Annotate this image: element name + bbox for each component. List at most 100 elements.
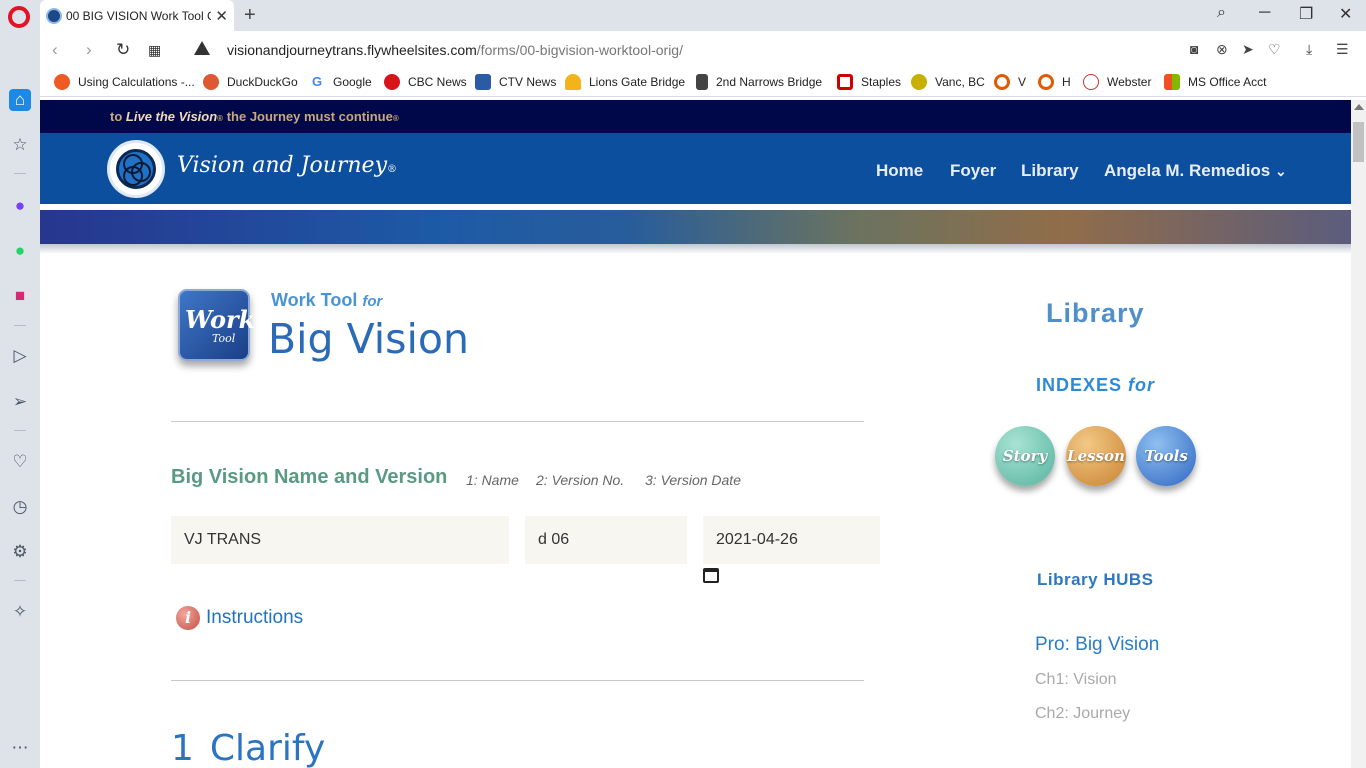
browser-tab-active[interactable]: 00 BIG VISION Work Tool C ✕ bbox=[40, 0, 234, 31]
google-icon: G bbox=[309, 74, 325, 90]
player-icon[interactable]: ▷ bbox=[9, 345, 31, 367]
sidebar-divider bbox=[14, 580, 26, 581]
bookmark-item[interactable]: Vanc, BC bbox=[911, 74, 985, 90]
browser-tab-bar: 00 BIG VISION Work Tool C ✕ + ⌕ ─ ❐ ✕ bbox=[0, 0, 1366, 31]
not-secure-warning-icon[interactable] bbox=[194, 41, 210, 55]
whatsapp-icon[interactable]: ● bbox=[9, 240, 31, 262]
bookmark-item[interactable]: MS Office Acct bbox=[1164, 74, 1266, 90]
logo-inner bbox=[116, 149, 156, 189]
scroll-up-icon[interactable] bbox=[1354, 104, 1364, 110]
tab-title: 00 BIG VISION Work Tool C bbox=[66, 8, 212, 23]
sidebar-library-title[interactable]: Library bbox=[1046, 298, 1145, 329]
tools-index-button[interactable]: Tools bbox=[1136, 426, 1196, 486]
section-label-name-version: Big Vision Name and Version bbox=[171, 466, 448, 488]
header-banner bbox=[40, 210, 1351, 254]
bookmark-item[interactable]: DuckDuckGo bbox=[203, 74, 298, 90]
bookmark-item[interactable]: CBC News bbox=[384, 74, 467, 90]
date-field[interactable]: 2021-04-26 bbox=[703, 516, 880, 564]
send-icon[interactable]: ➤ bbox=[1242, 41, 1254, 58]
forward-icon[interactable]: › bbox=[86, 40, 92, 60]
cbc-icon bbox=[384, 74, 400, 90]
home-icon[interactable]: ⌂ bbox=[9, 89, 31, 111]
bridge-icon bbox=[565, 74, 581, 90]
calc-icon bbox=[54, 74, 70, 90]
sidebar-hubs-title: Library HUBS bbox=[1037, 570, 1154, 589]
pinboard-heart-icon[interactable]: ♡ bbox=[9, 451, 31, 473]
tab-search-icon[interactable]: ⌕ bbox=[1217, 4, 1226, 22]
new-tab-icon[interactable]: + bbox=[244, 4, 256, 27]
nav-home[interactable]: Home bbox=[876, 161, 923, 181]
opera-logo-icon[interactable] bbox=[8, 6, 30, 28]
bookmark-item[interactable]: Staples bbox=[837, 74, 901, 90]
tips-lightbulb-icon[interactable]: ✧ bbox=[9, 601, 31, 623]
document-icon bbox=[696, 74, 708, 90]
webster-icon bbox=[1083, 74, 1099, 90]
bookmark-item[interactable]: G Google bbox=[309, 74, 372, 90]
v-icon bbox=[994, 74, 1010, 90]
hub-chapter-1[interactable]: Ch1: Vision bbox=[1035, 671, 1117, 689]
site-header: Vision and Journey® Home Foyer Library A… bbox=[40, 133, 1351, 207]
hint-name: 1: Name bbox=[466, 472, 519, 488]
instructions-link[interactable]: Instructions bbox=[206, 607, 303, 629]
tracker-blocker-icon[interactable]: ⊗ bbox=[1216, 41, 1228, 58]
bookmark-item[interactable]: CTV News bbox=[475, 74, 556, 90]
duckduckgo-icon bbox=[203, 74, 219, 90]
back-icon[interactable]: ‹ bbox=[52, 40, 58, 60]
site-favicon-icon bbox=[46, 7, 62, 24]
download-icon[interactable]: ⤓ bbox=[1306, 41, 1312, 58]
bookmark-item[interactable]: V bbox=[994, 74, 1026, 90]
site-brand[interactable]: Vision and Journey® bbox=[177, 153, 397, 178]
lesson-index-button[interactable]: Lesson bbox=[1066, 426, 1126, 486]
divider bbox=[171, 421, 864, 422]
name-field[interactable]: VJ TRANS bbox=[171, 516, 509, 564]
hub-chapter-2[interactable]: Ch2: Journey bbox=[1035, 705, 1130, 723]
address-bar: ‹ › ↻ ▦ visionandjourneytrans.flywheelsi… bbox=[40, 31, 1366, 69]
bookmark-heart-icon[interactable]: ♡ bbox=[1268, 41, 1281, 58]
messenger-icon[interactable]: ● bbox=[9, 195, 31, 217]
version-field[interactable]: d 06 bbox=[525, 516, 687, 564]
calendar-icon[interactable] bbox=[703, 568, 719, 583]
flow-send-icon[interactable]: ➢ bbox=[9, 391, 31, 413]
nav-user-menu[interactable]: Angela M. Remedios ⌄ bbox=[1104, 161, 1287, 181]
more-icon[interactable]: ⋯ bbox=[9, 737, 31, 759]
maximize-icon[interactable]: ❐ bbox=[1299, 4, 1313, 24]
tab-close-icon[interactable]: ✕ bbox=[215, 7, 228, 25]
page-scrollbar[interactable] bbox=[1351, 100, 1366, 768]
vision-journey-logo-icon[interactable] bbox=[107, 140, 165, 198]
window-close-icon[interactable]: ✕ bbox=[1339, 4, 1352, 24]
sidebar-divider bbox=[14, 173, 26, 174]
hint-version: 2: Version No. bbox=[536, 472, 625, 488]
nav-foyer[interactable]: Foyer bbox=[950, 161, 996, 181]
work-tool-icon: Work Tool bbox=[178, 289, 255, 361]
bookmark-item[interactable]: Lions Gate Bridge bbox=[565, 74, 685, 90]
divider bbox=[171, 680, 864, 681]
settings-icon[interactable]: ⚙ bbox=[9, 541, 31, 563]
snapshot-icon[interactable]: ◙ bbox=[1190, 41, 1198, 57]
minimize-icon[interactable]: ─ bbox=[1259, 4, 1270, 22]
bookmark-item[interactable]: Webster bbox=[1083, 74, 1151, 90]
bookmark-item[interactable]: Using Calculations -... bbox=[54, 74, 195, 90]
browser-sidebar: ⌂ ☆ ● ● ■ ▷ ➢ ♡ ◷ ⚙ ✧ ⋯ bbox=[0, 31, 40, 768]
speed-dial-icon[interactable]: ▦ bbox=[148, 42, 161, 59]
easy-setup-icon[interactable]: ☰ bbox=[1336, 41, 1349, 58]
url-field[interactable]: visionandjourneytrans.flywheelsites.com/… bbox=[227, 42, 683, 58]
scrollbar-thumb[interactable] bbox=[1353, 122, 1364, 162]
bookmarks-icon[interactable]: ☆ bbox=[9, 134, 31, 156]
ms-office-icon bbox=[1164, 74, 1180, 90]
story-index-button[interactable]: Story bbox=[995, 426, 1055, 486]
bookmarks-bar: Using Calculations -... DuckDuckGo G Goog… bbox=[40, 69, 1366, 97]
tagline-strip: to Live the Vision® the Journey must con… bbox=[40, 100, 1351, 133]
section-heading-clarify: 1 Clarify bbox=[171, 728, 326, 768]
history-icon[interactable]: ◷ bbox=[9, 496, 31, 518]
instagram-icon[interactable]: ■ bbox=[9, 285, 31, 307]
hub-pro-link[interactable]: Pro: Big Vision bbox=[1035, 634, 1159, 656]
sidebar-indexes-title: INDEXES for bbox=[1036, 375, 1156, 395]
reload-icon[interactable]: ↻ bbox=[116, 40, 130, 60]
tagline: to Live the Vision® the Journey must con… bbox=[110, 109, 399, 124]
nav-library[interactable]: Library bbox=[1021, 161, 1079, 181]
bookmark-item[interactable]: H bbox=[1038, 74, 1071, 90]
logo-ring bbox=[123, 166, 143, 186]
info-icon[interactable]: i bbox=[176, 606, 200, 630]
hint-date: 3: Version Date bbox=[645, 472, 741, 488]
bookmark-item[interactable]: 2nd Narrows Bridge bbox=[696, 74, 822, 90]
